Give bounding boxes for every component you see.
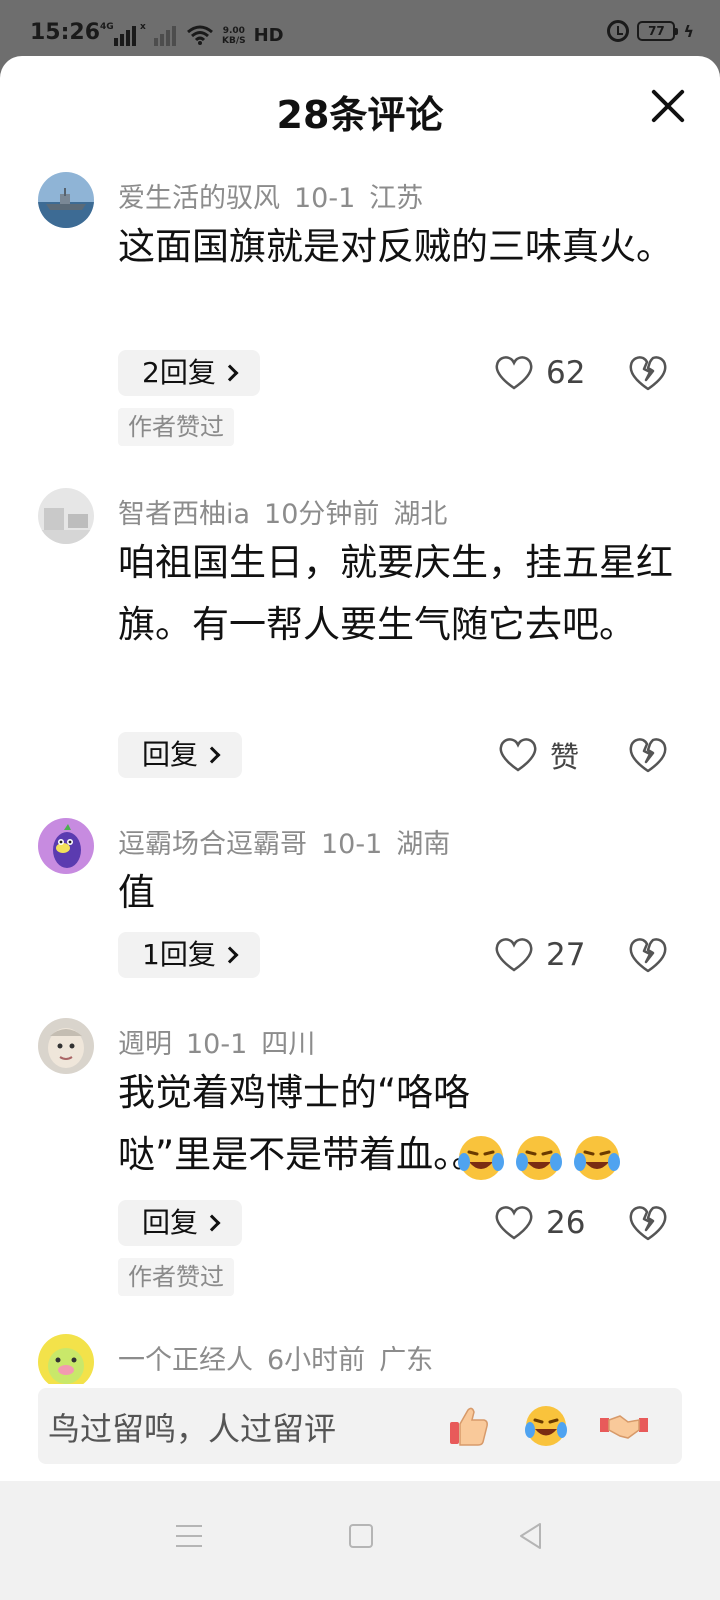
broken-heart-icon[interactable] (628, 735, 668, 775)
chevron-right-icon (203, 1214, 221, 1232)
broken-heart-icon[interactable] (628, 353, 668, 393)
reply-button[interactable]: 2回复 (118, 350, 260, 396)
reply-label: 回复 (142, 1206, 199, 1239)
comment-meta: 逗霸场合逗霸哥 10-1 湖南 (118, 822, 464, 861)
signal-2-icon: x (140, 22, 176, 46)
signal-1-icon: 4G (100, 22, 136, 46)
reply-button[interactable]: 回复 (118, 732, 243, 778)
like-count: 赞 (550, 740, 580, 774)
signal-1-label: 4G (100, 22, 114, 32)
comment-time: 10-1 (294, 183, 356, 214)
home-icon[interactable] (349, 1524, 373, 1548)
reply-button[interactable]: 回复 (118, 1200, 243, 1246)
emoji-row (455, 1132, 623, 1184)
status-time: 15:26 (30, 20, 101, 45)
comment-item: 一个正经人 6小时前 广东 (0, 1334, 720, 1384)
heart-icon (495, 356, 533, 390)
reply-button[interactable]: 1回复 (118, 932, 260, 978)
comment-meta: 一个正经人 6小时前 广东 (118, 1338, 447, 1377)
battery-level: 77 (648, 24, 665, 38)
comment-text-content: 我觉着鸡博士的“咯咯哒”里是不是带着血。。。 (118, 1071, 508, 1176)
avatar[interactable] (38, 172, 94, 228)
comment-username[interactable]: 一个正经人 (118, 1345, 253, 1376)
menu-icon[interactable] (176, 1525, 202, 1547)
status-bar: 15:26 4G x 9.00 KB/S HD 77 ϟ (0, 0, 720, 58)
reply-label: 回复 (142, 738, 199, 771)
signal-2-label: x (140, 22, 146, 32)
comment-location: 湖北 (393, 499, 448, 530)
broken-heart-icon[interactable] (628, 935, 668, 975)
wifi-icon (187, 25, 213, 45)
broken-heart-icon[interactable] (628, 1203, 668, 1243)
comment-meta: 週明 10-1 四川 (118, 1022, 329, 1061)
status-right-icons: 77 ϟ (607, 20, 694, 42)
net-speed: 9.00 KB/S (222, 26, 246, 46)
comment-username[interactable]: 智者西柚ia (118, 499, 250, 530)
chevron-right-icon (221, 946, 239, 964)
like-button[interactable]: 26 (494, 1200, 585, 1246)
net-speed-value: 9.00 (222, 26, 245, 36)
author-liked-badge: 作者赞过 (118, 1258, 234, 1296)
like-count: 62 (546, 355, 586, 391)
comment-location: 广东 (379, 1345, 434, 1376)
sheet-title: 28条评论 (276, 93, 444, 137)
avatar[interactable] (38, 488, 94, 544)
comment-username[interactable]: 逗霸场合逗霸哥 (118, 829, 307, 860)
comment-time: 10-1 (186, 1029, 248, 1060)
comment-location: 江苏 (369, 183, 424, 214)
comment-text: 这面国旗就是对反贼的三味真火。 (118, 225, 673, 268)
laughing-crying-emoji (574, 1136, 620, 1180)
comment-text: 咱祖国生日，就要庆生，挂五星红旗。有一帮人要生气随它去吧。 (118, 541, 673, 646)
navigation-bar (0, 1481, 720, 1600)
comment-time: 6小时前 (267, 1345, 366, 1376)
author-liked-badge: 作者赞过 (118, 408, 234, 446)
reply-label: 2回复 (142, 356, 216, 389)
battery-icon: 77 (637, 21, 679, 41)
back-icon[interactable] (516, 1521, 546, 1551)
heart-icon (495, 1206, 533, 1240)
comment-time: 10分钟前 (264, 499, 380, 530)
like-button[interactable]: 赞 (498, 732, 579, 778)
net-speed-unit: KB/S (222, 36, 246, 46)
heart-icon (495, 938, 533, 972)
like-button[interactable]: 62 (494, 350, 585, 396)
laughing-crying-emoji (516, 1136, 562, 1180)
like-count: 27 (546, 937, 586, 973)
handshake-emoji[interactable] (598, 1400, 650, 1452)
comment-time: 10-1 (321, 829, 383, 860)
comment-meta: 智者西柚ia 10分钟前 湖北 (118, 492, 461, 531)
heart-icon (499, 738, 537, 772)
like-count: 26 (546, 1205, 586, 1241)
chevron-right-icon (221, 364, 239, 382)
reply-label: 1回复 (142, 938, 216, 971)
comment-input-placeholder: 鸟过留鸣，人过留评 (48, 1410, 337, 1448)
alarm-icon (607, 20, 630, 42)
laughing-crying-emoji[interactable] (520, 1400, 572, 1452)
comment-meta: 爱生活的驭风 10-1 江苏 (118, 176, 437, 215)
comment-input[interactable]: 鸟过留鸣，人过留评 (38, 1388, 682, 1464)
comment-location: 四川 (261, 1029, 316, 1060)
comment-text: 值 (118, 871, 155, 914)
charging-icon: ϟ (683, 21, 694, 41)
like-button[interactable]: 27 (494, 932, 585, 978)
comment-username[interactable]: 爱生活的驭风 (118, 183, 280, 214)
avatar[interactable] (38, 1018, 94, 1074)
avatar[interactable] (38, 818, 94, 874)
close-icon[interactable] (648, 86, 688, 126)
comments-sheet: 28条评论 爱生活的驭风 10-1 江苏 这面国旗就是对反贼的三味真火。 2回复 6… (0, 56, 720, 1600)
avatar[interactable] (38, 1334, 94, 1384)
status-left-icons: 4G x 9.00 KB/S HD (100, 22, 284, 46)
hd-label: HD (253, 25, 284, 46)
chevron-right-icon (203, 746, 221, 764)
thumbs-up-emoji[interactable] (442, 1400, 494, 1452)
comment-username[interactable]: 週明 (118, 1029, 172, 1060)
laughing-crying-emoji (458, 1136, 504, 1180)
comment-location: 湖南 (396, 829, 451, 860)
